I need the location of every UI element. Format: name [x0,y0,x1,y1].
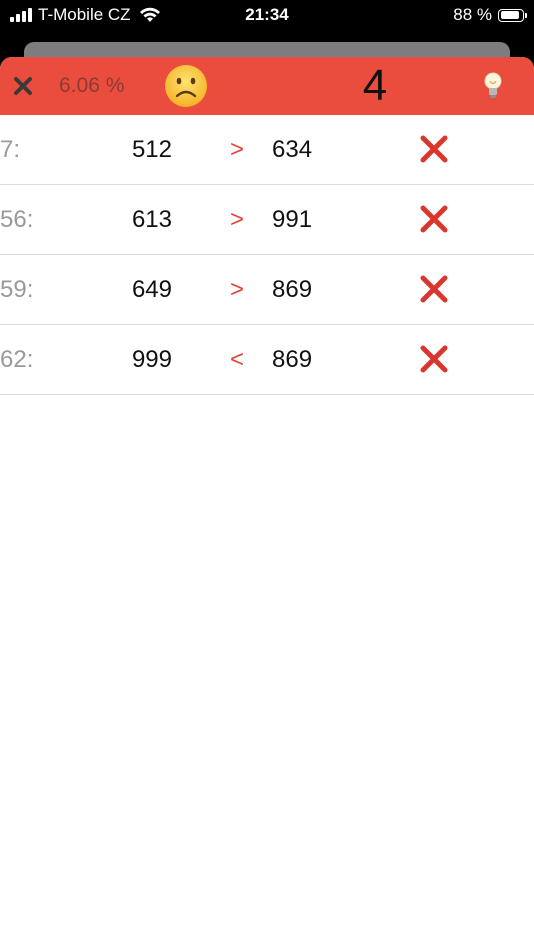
status-right: 88 % [453,5,527,25]
lightbulb-icon[interactable] [482,71,504,101]
row-index: 56: [0,206,34,233]
cross-icon [420,205,448,233]
cross-icon [420,275,448,303]
success-percent: 6.06 % [59,74,125,97]
status-bar: T-Mobile CZ 21:34 88 % [0,0,534,34]
comparison-operator: > [230,136,245,163]
comparison-operator: < [230,346,245,373]
mistake-counter: 4 [362,61,388,110]
row-index: 7: [0,136,21,163]
battery-icon [498,8,527,22]
frowning-face-icon [165,65,207,107]
row-index: 62: [0,346,34,373]
left-number: 999 [131,346,172,373]
battery-percent: 88 % [453,5,492,24]
row-index: 59: [0,276,34,303]
comparison-operator: > [230,276,245,303]
left-number: 649 [131,276,172,303]
right-number: 991 [272,206,313,233]
results-sheet: 6.06 % 4 7: 512 >634 56: 613 >991 59: 649 >869 62… [0,57,534,950]
left-number: 613 [131,206,172,233]
right-number: 634 [272,136,313,163]
result-row: 62: 999 <869 [0,325,534,395]
cross-icon [420,345,448,373]
left-number: 512 [131,136,172,163]
comparison-operator: > [230,206,245,233]
cross-icon [420,135,448,163]
close-icon[interactable] [8,71,38,101]
results-header: 6.06 % 4 [0,57,534,115]
right-number: 869 [272,346,313,373]
results-list: 7: 512 >634 56: 613 >991 59: 649 >869 62: 999 <869 [0,115,534,395]
result-row: 7: 512 >634 [0,115,534,185]
battery-fill [500,11,519,19]
right-number: 869 [272,276,313,303]
result-row: 56: 613 >991 [0,185,534,255]
result-row: 59: 649 >869 [0,255,534,325]
